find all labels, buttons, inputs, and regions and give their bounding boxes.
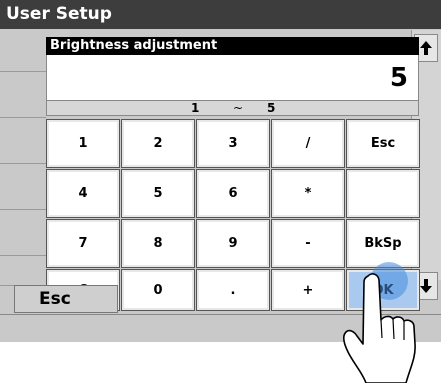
footer-esc-button[interactable]: Esc — [14, 285, 118, 313]
range-max: 5 — [267, 101, 276, 115]
key-6[interactable]: 6 — [196, 169, 270, 218]
range-separator: ~ — [233, 101, 244, 115]
key-5[interactable]: 5 — [121, 169, 195, 218]
key-backspace[interactable]: BkSp — [346, 219, 420, 268]
key-7[interactable]: 7 — [46, 219, 120, 268]
key-plus[interactable]: + — [271, 269, 345, 311]
value-display: 5 — [46, 55, 419, 100]
key-divide[interactable]: / — [271, 119, 345, 168]
list-divider — [0, 255, 46, 256]
list-divider — [0, 71, 46, 72]
hand-pointer-icon — [343, 273, 416, 383]
range-indicator: 1 ~ 5 — [46, 100, 419, 116]
key-8[interactable]: 8 — [121, 219, 195, 268]
range-min: 1 — [191, 101, 200, 115]
current-value: 5 — [389, 63, 408, 93]
key-1[interactable]: 1 — [46, 119, 120, 168]
key-9[interactable]: 9 — [196, 219, 270, 268]
key-decimal[interactable]: . — [196, 269, 270, 311]
key-blank[interactable] — [346, 169, 420, 218]
key-minus[interactable]: - — [271, 219, 345, 268]
window-title: User Setup — [0, 0, 441, 29]
dialog-title: Brightness adjustment — [46, 37, 419, 55]
list-divider — [0, 163, 46, 164]
key-multiply[interactable]: * — [271, 169, 345, 218]
list-divider — [0, 209, 46, 210]
key-4[interactable]: 4 — [46, 169, 120, 218]
key-esc[interactable]: Esc — [346, 119, 420, 168]
key-0[interactable]: 0 — [121, 269, 195, 311]
list-divider — [0, 117, 46, 118]
key-3[interactable]: 3 — [196, 119, 270, 168]
arrow-up-icon — [420, 41, 432, 55]
key-2[interactable]: 2 — [121, 119, 195, 168]
